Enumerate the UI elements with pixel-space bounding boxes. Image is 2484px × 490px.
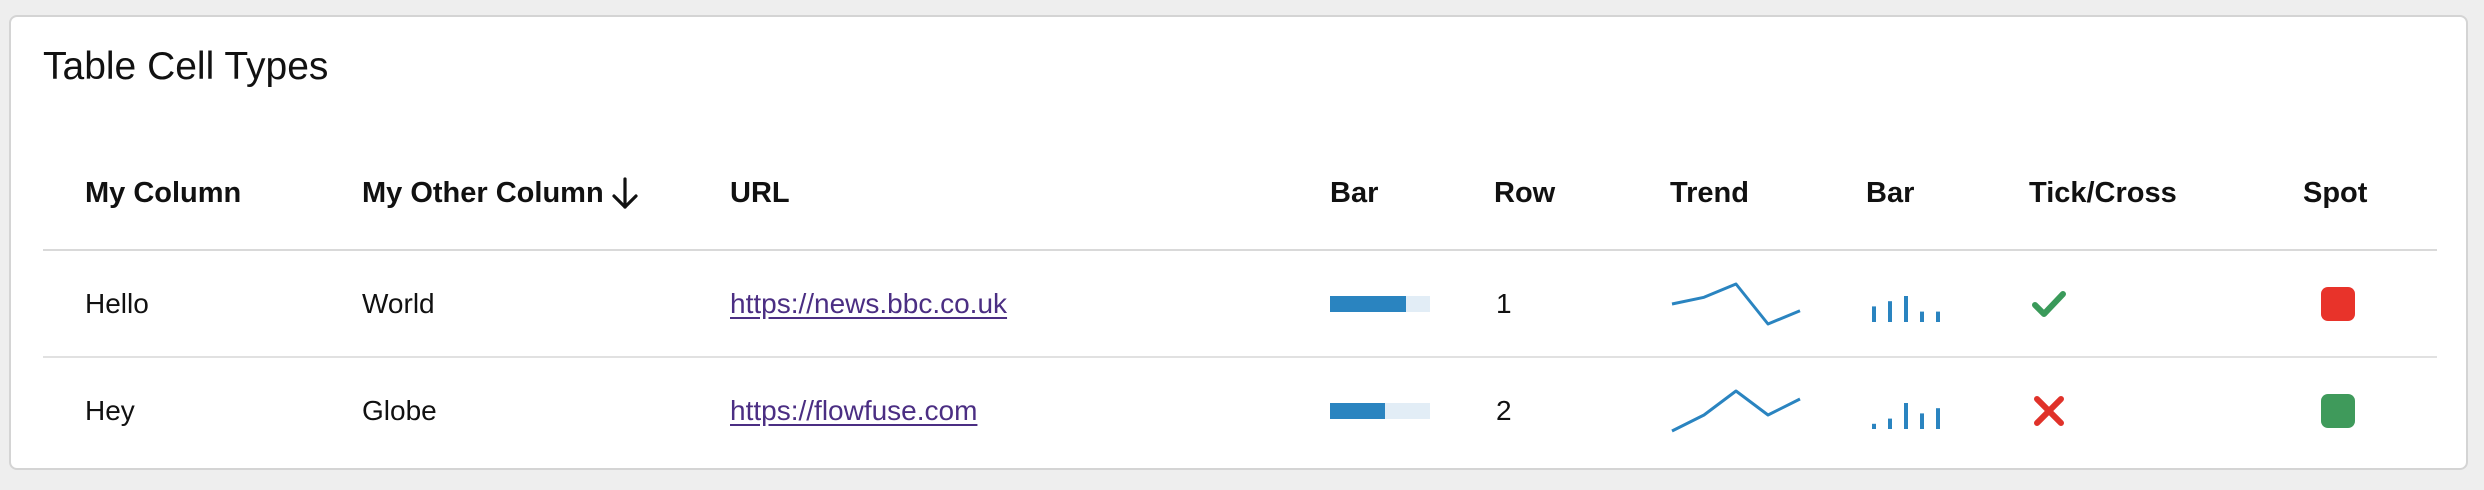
spark-bar — [1936, 407, 1940, 429]
trend-line — [1671, 389, 1801, 432]
bar-sparkline — [1872, 402, 1940, 429]
progress-bar-fill — [1330, 402, 1385, 419]
url-link[interactable]: https://news.bbc.co.uk — [730, 288, 1007, 320]
header-trend[interactable]: Trend — [1670, 137, 1749, 249]
card-title: Table Cell Types — [43, 45, 329, 88]
header-row[interactable]: Row — [1494, 137, 1555, 249]
progress-bar — [1330, 295, 1430, 312]
check-icon — [2032, 290, 2066, 317]
header-bar[interactable]: Bar — [1330, 137, 1378, 249]
spot-indicator — [2321, 286, 2355, 321]
spark-bar — [1872, 305, 1876, 322]
header-my-column[interactable]: My Column — [85, 137, 241, 249]
spark-bar — [1904, 295, 1908, 322]
spark-bar — [1888, 300, 1892, 322]
progress-bar — [1330, 402, 1430, 419]
table-row[interactable]: Hey Globe https://flowfuse.com 2 — [43, 358, 2437, 463]
cell-my-other-column: World — [362, 287, 435, 319]
table-row[interactable]: Hello World https://news.bbc.co.uk 1 — [43, 251, 2437, 358]
trend-sparkline — [1671, 389, 1801, 432]
spark-bar — [1904, 402, 1908, 429]
cross-icon — [2034, 395, 2064, 426]
header-my-other-column[interactable]: My Other Column — [362, 137, 640, 249]
table-header-row: My Column My Other Column URL Bar Row Tr… — [43, 137, 2437, 251]
trend-line — [1671, 282, 1801, 325]
spark-bar — [1872, 423, 1876, 429]
header-my-other-column-label: My Other Column — [362, 176, 604, 209]
bar-sparkline — [1872, 295, 1940, 322]
data-table: My Column My Other Column URL Bar Row Tr… — [43, 137, 2437, 463]
arrow-down-icon — [612, 177, 638, 209]
trend-sparkline — [1671, 282, 1801, 325]
spark-bar — [1920, 412, 1924, 429]
cell-row-number: 2 — [1496, 394, 1512, 426]
header-tick-cross[interactable]: Tick/Cross — [2029, 137, 2177, 249]
cell-my-column: Hey — [85, 394, 135, 426]
table-card: Table Cell Types My Column My Other Colu… — [9, 15, 2468, 470]
spot-indicator — [2321, 393, 2355, 428]
header-url[interactable]: URL — [730, 137, 790, 249]
spark-bar — [1888, 418, 1892, 429]
progress-bar-fill — [1330, 295, 1406, 312]
cell-my-other-column: Globe — [362, 394, 437, 426]
cell-my-column: Hello — [85, 287, 149, 319]
cell-row-number: 1 — [1496, 287, 1512, 319]
header-bar-sparkline[interactable]: Bar — [1866, 137, 1914, 249]
spark-bar — [1936, 311, 1940, 322]
spark-bar — [1920, 311, 1924, 322]
header-spot[interactable]: Spot — [2303, 137, 2367, 249]
url-link[interactable]: https://flowfuse.com — [730, 395, 977, 427]
